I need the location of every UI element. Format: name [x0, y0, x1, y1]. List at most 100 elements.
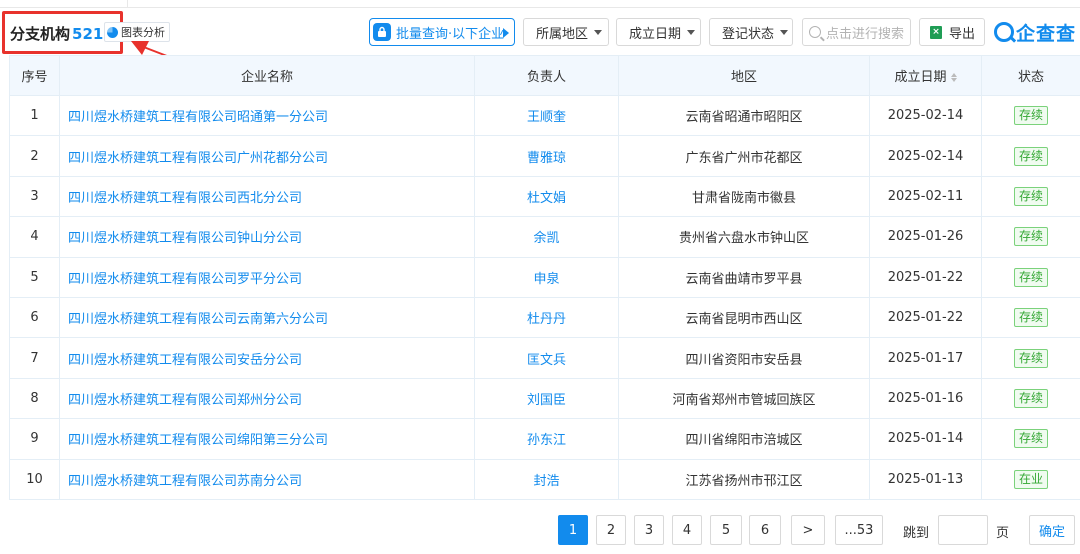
region-cell: 广东省广州市花都区: [618, 135, 870, 177]
play-arrow-icon: [503, 28, 509, 38]
search-icon: [809, 26, 821, 38]
date-cell: 2025-01-22: [869, 256, 982, 298]
last-page-button[interactable]: ...53: [835, 515, 883, 545]
next-page-button[interactable]: >: [791, 515, 825, 545]
search-placeholder: 点击进行搜索: [826, 26, 905, 42]
pie-chart-icon: [107, 26, 118, 38]
table-header-row: 序号 企业名称 负责人 地区 成立日期 状态: [9, 55, 1080, 96]
date-cell: 2025-01-22: [869, 296, 982, 339]
batch-query-label: 批量查询·以下企业: [396, 26, 505, 42]
company-name-link[interactable]: 四川煜水桥建筑工程有限公司罗平分公司: [59, 256, 475, 298]
status-badge: 在业: [1013, 469, 1048, 489]
region-cell: 四川省绵阳市涪城区: [618, 418, 870, 460]
row-index: 7: [9, 337, 60, 379]
jump-to-label: 跳到: [903, 526, 930, 541]
region-cell: 云南省昆明市西山区: [618, 296, 870, 339]
person-link[interactable]: 王顺奎: [474, 94, 619, 137]
date-cell: 2025-01-17: [869, 337, 982, 379]
date-filter-label: 成立日期: [629, 26, 682, 42]
status-filter-label: 登记状态: [722, 26, 775, 42]
page-button-1[interactable]: 1: [558, 515, 588, 545]
status-cell: 存续: [981, 296, 1080, 339]
company-name-link[interactable]: 四川煜水桥建筑工程有限公司西北分公司: [59, 175, 475, 218]
person-link[interactable]: 杜丹丹: [474, 296, 619, 339]
status-cell: 存续: [981, 377, 1080, 420]
date-cell: 2025-02-11: [869, 175, 982, 218]
sort-icon[interactable]: [950, 73, 957, 82]
batch-query-button[interactable]: 批量查询·以下企业: [369, 18, 515, 46]
region-cell: 甘肃省陇南市徽县: [618, 175, 870, 218]
row-index: 8: [9, 377, 60, 420]
export-label: 导出: [949, 26, 976, 42]
page-button-6[interactable]: 6: [749, 515, 781, 545]
company-name-link[interactable]: 四川煜水桥建筑工程有限公司安岳分公司: [59, 337, 475, 379]
brand-logo: 企查查: [994, 18, 1076, 46]
row-index: 1: [9, 94, 60, 137]
status-cell: 存续: [981, 216, 1080, 258]
page-button-3[interactable]: 3: [634, 515, 664, 545]
export-button[interactable]: × 导出: [919, 18, 985, 46]
toolbar: 分支机构 521 图表分析 批量查询·以下企业 所属地区 成立日期 登记状态 点…: [0, 11, 1080, 84]
company-name-link[interactable]: 四川煜水桥建筑工程有限公司昭通第一分公司: [59, 94, 475, 137]
company-name-link[interactable]: 四川煜水桥建筑工程有限公司郑州分公司: [59, 377, 475, 420]
header-company-name: 企业名称: [59, 55, 475, 96]
company-name-link[interactable]: 四川煜水桥建筑工程有限公司苏南分公司: [59, 458, 475, 500]
date-cell: 2025-01-14: [869, 418, 982, 460]
region-filter-dropdown[interactable]: 所属地区: [523, 18, 609, 46]
section-title: 分支机构 521: [10, 23, 103, 44]
company-name-link[interactable]: 四川煜水桥建筑工程有限公司云南第六分公司: [59, 296, 475, 339]
status-badge: 存续: [1013, 308, 1048, 328]
section-title-label: 分支机构: [10, 25, 71, 43]
person-link[interactable]: 封浩: [474, 458, 619, 500]
branch-count: 521: [72, 25, 104, 43]
person-link[interactable]: 孙东江: [474, 418, 619, 460]
header-index: 序号: [9, 55, 60, 96]
status-badge: 存续: [1013, 146, 1048, 166]
page-jump-input[interactable]: [938, 515, 988, 545]
row-index: 5: [9, 256, 60, 298]
table-row: 1 四川煜水桥建筑工程有限公司昭通第一分公司 王顺奎 云南省昭通市昭阳区 202…: [9, 94, 1080, 137]
table-row: 10 四川煜水桥建筑工程有限公司苏南分公司 封浩 江苏省扬州市邗江区 2025-…: [9, 458, 1080, 500]
table-row: 7 四川煜水桥建筑工程有限公司安岳分公司 匡文兵 四川省资阳市安岳县 2025-…: [9, 337, 1080, 379]
header-date[interactable]: 成立日期: [869, 55, 982, 96]
person-link[interactable]: 匡文兵: [474, 337, 619, 379]
status-badge: 存续: [1013, 267, 1048, 287]
status-badge: 存续: [1013, 348, 1048, 368]
status-badge: 存续: [1013, 106, 1048, 126]
table-row: 8 四川煜水桥建筑工程有限公司郑州分公司 刘国臣 河南省郑州市管城回族区 202…: [9, 377, 1080, 420]
status-cell: 存续: [981, 175, 1080, 218]
region-cell: 云南省曲靖市罗平县: [618, 256, 870, 298]
company-name-link[interactable]: 四川煜水桥建筑工程有限公司广州花都分公司: [59, 135, 475, 177]
table-row: 2 四川煜水桥建筑工程有限公司广州花都分公司 曹雅琼 广东省广州市花都区 202…: [9, 135, 1080, 177]
company-name-link[interactable]: 四川煜水桥建筑工程有限公司钟山分公司: [59, 216, 475, 258]
lock-icon: [373, 23, 391, 41]
confirm-button[interactable]: 确定: [1029, 515, 1075, 545]
page-button-4[interactable]: 4: [672, 515, 702, 545]
table-row: 5 四川煜水桥建筑工程有限公司罗平分公司 申泉 云南省曲靖市罗平县 2025-0…: [9, 256, 1080, 298]
region-cell: 河南省郑州市管城回族区: [618, 377, 870, 420]
search-input[interactable]: 点击进行搜索: [802, 18, 911, 46]
person-link[interactable]: 杜文娟: [474, 175, 619, 218]
status-cell: 存续: [981, 337, 1080, 379]
top-strip-right: [128, 0, 1080, 8]
table-row: 3 四川煜水桥建筑工程有限公司西北分公司 杜文娟 甘肃省陇南市徽县 2025-0…: [9, 175, 1080, 218]
page-button-2[interactable]: 2: [596, 515, 626, 545]
table-row: 6 四川煜水桥建筑工程有限公司云南第六分公司 杜丹丹 云南省昆明市西山区 202…: [9, 296, 1080, 339]
person-link[interactable]: 刘国臣: [474, 377, 619, 420]
status-badge: 存续: [1013, 429, 1048, 449]
status-filter-dropdown[interactable]: 登记状态: [709, 18, 793, 46]
brand-name: 企查查: [1016, 22, 1077, 45]
page-button-5[interactable]: 5: [710, 515, 742, 545]
person-link[interactable]: 曹雅琼: [474, 135, 619, 177]
region-cell: 江苏省扬州市邗江区: [618, 458, 870, 500]
magnifier-logo-icon: [994, 22, 1014, 42]
company-name-link[interactable]: 四川煜水桥建筑工程有限公司绵阳第三分公司: [59, 418, 475, 460]
person-link[interactable]: 申泉: [474, 256, 619, 298]
date-filter-dropdown[interactable]: 成立日期: [616, 18, 701, 46]
person-link[interactable]: 余凯: [474, 216, 619, 258]
status-badge: 存续: [1013, 227, 1048, 247]
date-cell: 2025-01-26: [869, 216, 982, 258]
top-strip-left: [0, 0, 128, 8]
region-filter-label: 所属地区: [536, 26, 589, 42]
region-cell: 四川省资阳市安岳县: [618, 337, 870, 379]
